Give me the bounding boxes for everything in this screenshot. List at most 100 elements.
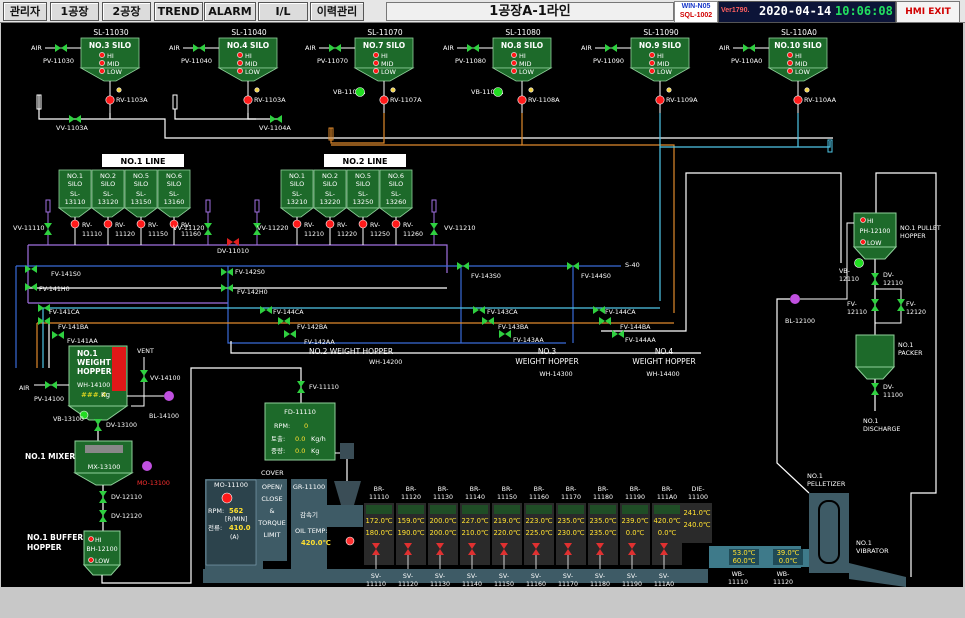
rotary-valve-icon xyxy=(655,95,665,105)
rotary-valve-icon xyxy=(292,219,302,229)
air-valve-icon[interactable] xyxy=(743,44,755,52)
barrel-set-temp: 159.0℃ xyxy=(397,517,424,525)
btn-interlock[interactable]: I/L xyxy=(258,2,308,21)
rv-label: RV-11260 xyxy=(403,222,423,238)
flow-valve-icon[interactable] xyxy=(871,299,879,311)
diverter-valve-icon[interactable] xyxy=(99,510,107,522)
dv-label: DV-12120 xyxy=(111,513,142,520)
blower-icon[interactable] xyxy=(790,294,800,304)
feeder-panel[interactable]: FD-11110 RPM: 0 토출: 0.0 Kg/h 중량: 0.0 Kg xyxy=(264,402,336,461)
oil-pump-icon xyxy=(345,536,355,546)
top-silo-2[interactable]: SL-11040 NO.4 SILO HIMIDLOW AIRPV-11040 RV-1… xyxy=(169,28,286,104)
rv-label: RV-11220 xyxy=(337,222,357,238)
top-silo-5[interactable]: SL-11090 NO.9 SILO HIMIDLOW AIRPV-11090 RV-1… xyxy=(581,28,698,104)
vv-label: VV-11220 xyxy=(257,224,289,232)
top-silo-6[interactable]: SL-110A0 NO.10 SILO HIMIDLOW AIRPV-110A0 RV-… xyxy=(719,28,837,104)
level-label: MID xyxy=(795,60,808,68)
flow-valve-icon[interactable] xyxy=(599,317,611,325)
flow-valve-icon[interactable] xyxy=(38,317,50,325)
air-valve-icon[interactable] xyxy=(193,44,205,52)
vb-label: VB-13100 xyxy=(53,416,84,423)
flow-valve-icon[interactable] xyxy=(25,283,37,291)
vibrator-icon xyxy=(854,258,864,268)
barrel-tag: BR-11140 xyxy=(465,486,485,501)
pv-label: PV-11090 xyxy=(593,57,624,65)
blower-icon[interactable] xyxy=(164,391,174,401)
wh3-tag: WH-14300 xyxy=(539,371,572,378)
dv-label: DV-11100 xyxy=(883,384,903,399)
flow-valve-icon[interactable] xyxy=(260,306,272,314)
diverter-valve-icon[interactable] xyxy=(871,383,879,395)
feeder-valve-icon[interactable] xyxy=(297,381,305,393)
fv-label: FV-144S0 xyxy=(581,273,611,280)
vv-valve-icon[interactable] xyxy=(140,370,148,382)
air-valve-icon[interactable] xyxy=(55,44,67,52)
pelletizer[interactable]: NO.1 PELLETIZER xyxy=(807,472,906,587)
btn-plant2[interactable]: 2공장 xyxy=(102,2,151,21)
current-value: 410.0 xyxy=(229,524,251,532)
silo-tag: SL-11070 xyxy=(367,28,403,37)
rpm-unit: [R/MIN] xyxy=(225,516,247,523)
ph-tag: PH-12100 xyxy=(860,228,891,235)
btn-trend[interactable]: TREND xyxy=(154,2,203,21)
no1-mixer[interactable]: MX-13100 xyxy=(73,440,134,486)
barrel-tag: BR-11180 xyxy=(593,486,613,501)
dv-label: DV-12110 xyxy=(883,272,903,287)
level-led-icon xyxy=(787,52,793,58)
packer-label: NO.1 PACKER xyxy=(898,342,923,357)
flow-valve-icon[interactable] xyxy=(473,306,485,314)
flow-valve-icon[interactable] xyxy=(52,331,64,339)
silo-name: NO.6 SILO xyxy=(388,172,404,188)
vv-valve-icon[interactable] xyxy=(270,115,282,123)
flow-valve-icon[interactable] xyxy=(457,262,469,270)
flow-valve-icon[interactable] xyxy=(482,317,494,325)
fv-label: FV-141BA xyxy=(58,324,89,331)
level-label: HI xyxy=(107,52,114,60)
diverter-valve-icon[interactable] xyxy=(99,491,107,503)
die-head[interactable]: DIE-11100 241.0℃ 240.0℃ xyxy=(682,486,712,543)
air-valve-icon[interactable] xyxy=(467,44,479,52)
wh4-label: NO.4 WEIGHT HOPPER xyxy=(632,347,695,366)
top-silo-1[interactable]: SL-11030 NO.3 SILO HIMIDLOW AIRPV-11030 RV-1… xyxy=(31,28,148,104)
hmi-exit-button[interactable]: HMI EXIT xyxy=(896,1,960,23)
rv-label: RV-11210 xyxy=(304,222,324,238)
air-valve-icon[interactable] xyxy=(605,44,617,52)
hopper-inlet-icon xyxy=(334,481,361,505)
flow-valve-icon[interactable] xyxy=(221,268,233,276)
flow-valve-icon[interactable] xyxy=(221,284,233,292)
flow-valve-icon[interactable] xyxy=(499,330,511,338)
indicator-icon xyxy=(390,87,396,93)
level-led-icon xyxy=(237,60,243,66)
btn-history[interactable]: 이력관리 xyxy=(310,2,364,21)
diverter-valve-icon[interactable] xyxy=(94,419,102,431)
heater-band xyxy=(526,505,552,514)
silo-tag: SL-11090 xyxy=(643,28,679,37)
rotary-valve-icon xyxy=(136,219,146,229)
air-valve-icon[interactable] xyxy=(45,381,57,389)
gearbox-label: 감속기 xyxy=(300,510,318,519)
flow-valve-icon[interactable] xyxy=(284,330,296,338)
mixer-motor-icon[interactable] xyxy=(142,461,152,471)
barrel-act-temp: 230.0℃ xyxy=(557,529,584,537)
buffer-tag: BH-12100 xyxy=(86,546,117,553)
no1-weight-hopper[interactable]: NO.1 WEIGHT HOPPERWH-14100###.#Kg xyxy=(67,345,129,421)
diverter-valve-icon[interactable] xyxy=(871,273,879,285)
btn-plant1[interactable]: 1공장 xyxy=(50,2,99,21)
btn-admin[interactable]: 관리자 xyxy=(3,2,47,21)
btn-alarm[interactable]: ALARM xyxy=(204,2,256,21)
level-led-icon xyxy=(649,52,655,58)
vv-valve-icon[interactable] xyxy=(430,223,438,235)
vv-valve-icon[interactable] xyxy=(69,115,81,123)
barrel-act-temp: 200.0℃ xyxy=(429,529,456,537)
top-toolbar: 관리자 1공장 2공장 TREND ALARM I/L 이력관리 1공장A-1라… xyxy=(0,0,965,23)
pipe xyxy=(776,298,810,494)
flow-valve-icon[interactable] xyxy=(593,306,605,314)
vv-valve-icon[interactable] xyxy=(44,223,52,235)
flow-valve-icon[interactable] xyxy=(897,299,905,311)
discharge-label: NO.1 DISCHARGE xyxy=(863,418,900,433)
air-valve-icon[interactable] xyxy=(329,44,341,52)
vv-valve-icon[interactable] xyxy=(204,223,212,235)
vv-label: VV-14100 xyxy=(150,375,181,382)
rpm-label: RPM: xyxy=(208,507,224,515)
flow-valve-icon[interactable] xyxy=(278,317,290,325)
